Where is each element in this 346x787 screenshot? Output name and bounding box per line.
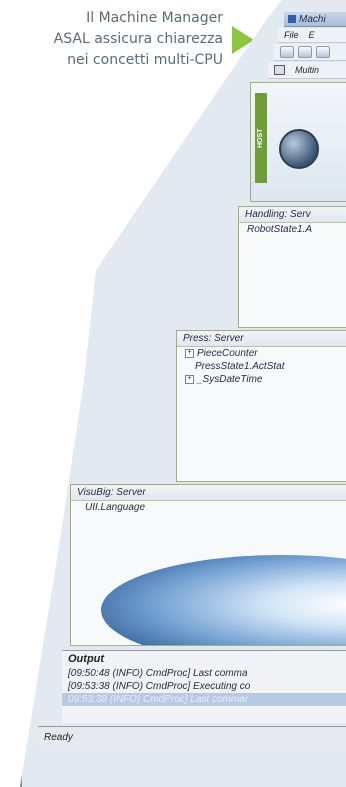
caption-line-2: ASAL assicura chiarezza [53,31,223,47]
window-title: Machi [299,13,326,25]
menu-bar: File E [278,28,346,43]
press-row-pressstate[interactable]: PressState1.ActStat [177,360,346,373]
toolbar-open-icon[interactable] [280,46,294,58]
press-row-sysdatetime[interactable]: + _SysDateTime [177,373,346,386]
toolbar [274,44,346,61]
toolbar-tool-icon[interactable] [316,46,330,58]
tab-icon [274,65,285,75]
visubig-panel-title: VisuBig: Server [71,485,346,501]
visubig-row-language[interactable]: UII.Language [71,501,346,514]
output-pane: Output [09:50:48 (INFO) CmdProc] Last co… [62,650,346,723]
globe-icon [279,129,319,169]
visubig-panel: VisuBig: Server UII.Language [70,484,346,646]
toolbar-save-icon[interactable] [298,46,312,58]
title-bar: Machi [284,12,346,27]
press-panel: Press: Server + PieceCounter PressState1.… [176,330,346,482]
expand-icon[interactable]: + [185,374,194,384]
visubig-graphic [101,555,346,645]
menu-file[interactable]: File [284,30,299,40]
output-line-selected[interactable]: 09:53:38 (INFO) CmdProc] Last commar [62,693,346,706]
tab-multin[interactable]: Multin [295,65,319,75]
caption-line-1: Il Machine Manager [86,10,223,26]
press-panel-title: Press: Server [177,331,346,347]
output-title: Output [68,653,105,665]
output-line[interactable]: [09:50:48 (INFO) CmdProc] Last comma [62,667,346,680]
caption-line-3: nei concetti multi-CPU [67,52,223,68]
host-header: HOST [250,82,346,202]
expand-icon[interactable]: + [185,348,194,358]
caption: Il Machine Manager ASAL assicura chiarez… [0,8,223,71]
status-bar: Ready [38,726,346,747]
handling-panel: Handling: Serv RobotState1.A [238,206,346,328]
output-line[interactable]: [09:53:38 (INFO) CmdProc] Executing co [62,680,346,693]
press-row-piececounter[interactable]: + PieceCounter [177,347,346,360]
host-tag: HOST [255,93,267,183]
status-text: Ready [44,731,73,743]
menu-edit[interactable]: E [309,30,315,40]
tab-bar: Multin [268,62,346,79]
handling-row[interactable]: RobotState1.A [239,223,346,236]
handling-panel-title: Handling: Serv [239,207,346,223]
app-icon [288,15,296,23]
